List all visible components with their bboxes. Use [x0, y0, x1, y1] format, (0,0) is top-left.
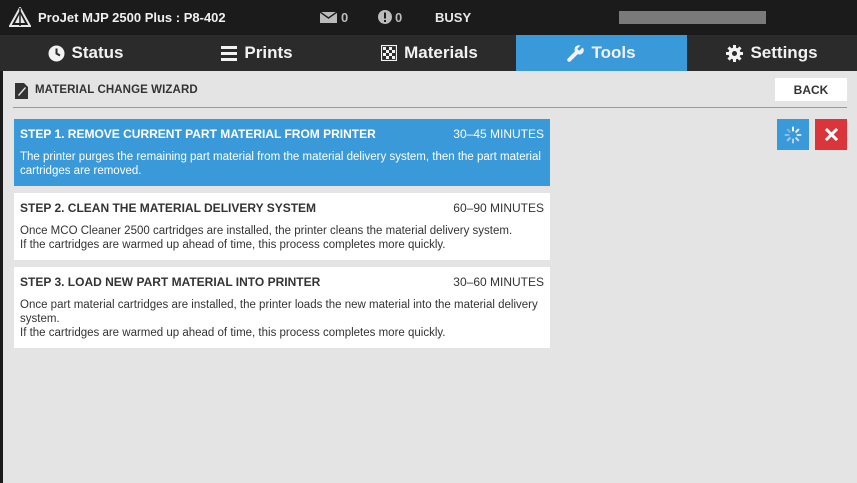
tab-settings[interactable]: Settings [687, 35, 857, 71]
description-line: Once part material cartridges are instal… [20, 299, 538, 325]
description-line: Once MCO Cleaner 2500 cartridges are ins… [20, 225, 513, 237]
tab-label: Prints [244, 43, 293, 62]
step-header: STEP 2. CLEAN THE MATERIAL DELIVERY SYST… [20, 201, 544, 215]
close-icon [824, 128, 838, 141]
step-card-3: STEP 3. LOAD NEW PART MATERIAL INTO PRIN… [14, 267, 550, 348]
tab-label: Tools [591, 43, 636, 62]
step-header: STEP 1. REMOVE CURRENT PART MATERIAL FRO… [20, 127, 544, 141]
step-title: STEP 3. LOAD NEW PART MATERIAL INTO PRIN… [20, 275, 321, 289]
tab-label: Settings [750, 43, 818, 62]
description-line: If the cartridges are warmed up ahead of… [20, 239, 446, 251]
back-button[interactable]: BACK [775, 78, 847, 101]
tab-label: Status [71, 43, 124, 62]
step-title: STEP 1. REMOVE CURRENT PART MATERIAL FRO… [20, 127, 376, 141]
step-duration: 60–90 MINUTES [453, 201, 544, 215]
wizard-title: MATERIAL CHANGE WIZARD [35, 84, 198, 96]
step-description: Once MCO Cleaner 2500 cartridges are ins… [20, 224, 544, 252]
progress-bar [619, 11, 766, 24]
alerts-count: 0 [395, 10, 403, 25]
step-duration: 30–45 MINUTES [453, 127, 544, 141]
tab-prints[interactable]: Prints [171, 35, 343, 71]
step-header: STEP 3. LOAD NEW PART MATERIAL INTO PRIN… [20, 275, 544, 289]
step-title: STEP 2. CLEAN THE MATERIAL DELIVERY SYST… [20, 201, 317, 215]
material-cartridge-icon [15, 83, 28, 99]
tab-status[interactable]: Status [0, 35, 171, 71]
envelope-icon[interactable] [320, 12, 337, 23]
step-duration: 30–60 MINUTES [453, 275, 544, 289]
wrench-icon [567, 44, 585, 62]
spinner-icon [784, 126, 802, 143]
step-card-1: STEP 1. REMOVE CURRENT PART MATERIAL FRO… [14, 119, 550, 186]
divider [13, 107, 847, 108]
tab-materials[interactable]: Materials [343, 35, 516, 71]
list-icon [221, 45, 238, 61]
app-window: ProJet MJP 2500 Plus : P8-402 0 0 BUSY S… [0, 0, 857, 483]
wizard-panel: MATERIAL CHANGE WIZARD BACK STEP 1. REMO… [3, 71, 857, 483]
tab-tools[interactable]: Tools [516, 35, 687, 71]
status-bar: ProJet MJP 2500 Plus : P8-402 0 0 BUSY [0, 0, 857, 35]
step-description: Once part material cartridges are instal… [20, 298, 544, 340]
grid-icon [381, 45, 398, 61]
3d-systems-logo-icon [9, 7, 31, 27]
printer-state: BUSY [435, 10, 472, 25]
step-description: The printer purges the remaining part ma… [20, 150, 544, 178]
messages-count: 0 [341, 10, 349, 25]
busy-spinner-button[interactable] [777, 119, 809, 150]
step-card-2: STEP 2. CLEAN THE MATERIAL DELIVERY SYST… [14, 193, 550, 260]
alert-icon[interactable] [378, 10, 392, 24]
clock-icon [48, 45, 65, 61]
cancel-wizard-button[interactable] [815, 119, 847, 150]
gear-icon [726, 44, 744, 62]
description-line: The printer purges the remaining part ma… [20, 151, 541, 177]
main-tabs: Status Prints Materials Tools Settings [0, 35, 857, 71]
printer-title: ProJet MJP 2500 Plus : P8-402 [38, 10, 226, 25]
progress-fill [619, 11, 766, 24]
description-line: If the cartridges are warmed up ahead of… [20, 327, 446, 339]
tab-label: Materials [404, 43, 478, 62]
